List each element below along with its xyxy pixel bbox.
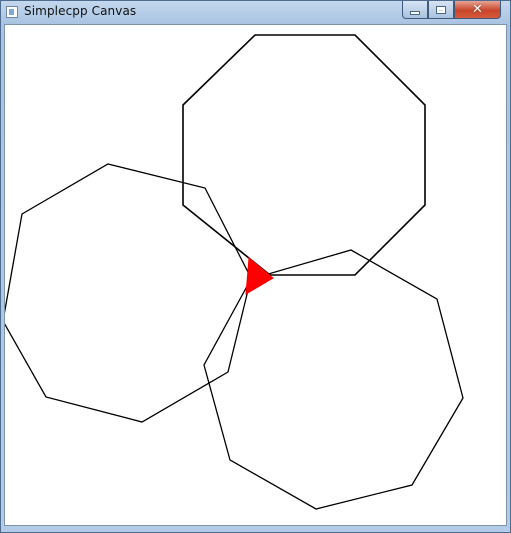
- title-bar[interactable]: Simplecpp Canvas ✕: [1, 1, 510, 23]
- octagon-left: [5, 163, 252, 423]
- app-icon[interactable]: [6, 6, 18, 18]
- minimize-button[interactable]: [402, 1, 428, 19]
- app-window: Simplecpp Canvas ✕: [0, 0, 511, 533]
- maximize-button[interactable]: [428, 1, 454, 19]
- octagon-right: [203, 249, 464, 510]
- drawing-canvas[interactable]: [4, 24, 507, 526]
- minimize-icon: [411, 11, 419, 14]
- close-icon: ✕: [472, 2, 483, 17]
- turtle-marker: [245, 257, 274, 295]
- octagon-top: [182, 34, 426, 276]
- canvas-drawing: [5, 34, 464, 510]
- maximize-icon: [437, 6, 445, 13]
- close-button[interactable]: ✕: [454, 1, 501, 19]
- window-title: Simplecpp Canvas: [24, 4, 137, 18]
